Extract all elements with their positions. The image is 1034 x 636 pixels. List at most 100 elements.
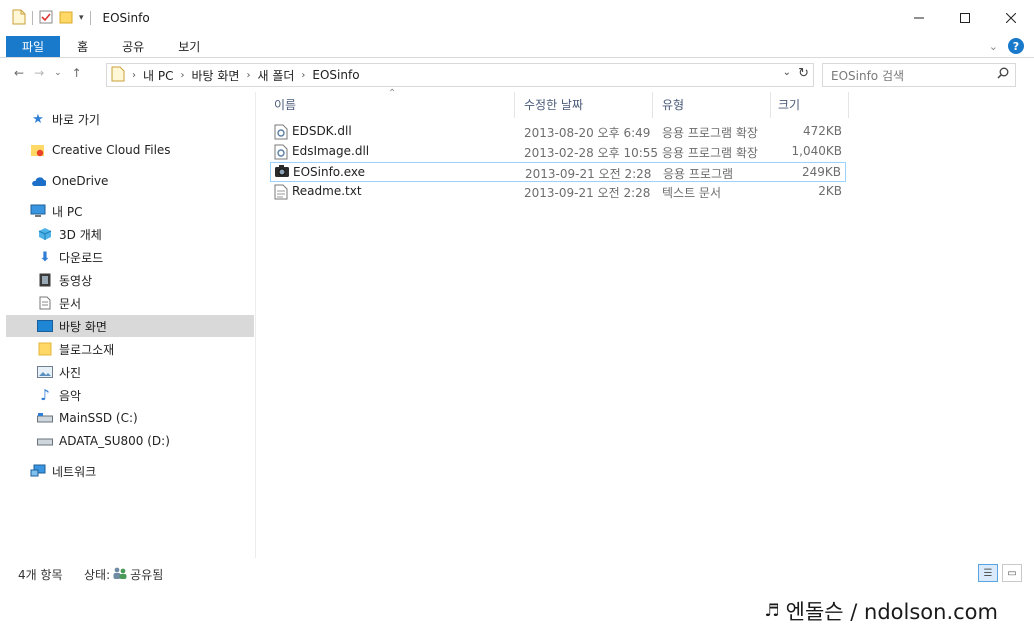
help-icon[interactable]: ?: [1008, 38, 1024, 54]
nav-item-blog-material[interactable]: 블로그소재: [0, 338, 254, 360]
watermark: ♬ 엔돌슨 / ndolson.com: [764, 596, 998, 626]
tab-home[interactable]: 홈: [60, 36, 105, 57]
state-value: 공유됨: [130, 567, 164, 582]
nav-item-videos[interactable]: 동영상: [0, 269, 254, 291]
properties-icon[interactable]: [39, 10, 53, 27]
forward-icon[interactable]: →: [34, 66, 44, 80]
column-header-date[interactable]: 수정한 날짜: [524, 92, 583, 116]
file-row[interactable]: EdsImage.dll 2013-02-28 오후 10:55 응용 프로그램…: [270, 142, 846, 162]
nav-item-label: 블로그소재: [59, 342, 115, 357]
star-icon: ★: [32, 111, 44, 127]
file-name: EdsImage.dll: [292, 144, 370, 158]
watermark-text: 엔돌슨 / ndolson.com: [785, 600, 998, 624]
nav-item-label: 다운로드: [59, 250, 104, 265]
column-header-name[interactable]: 이름: [274, 92, 296, 116]
nav-item-music[interactable]: ♪ 음악: [0, 384, 254, 406]
folder-icon: [37, 341, 53, 357]
nav-item-label: 바탕 화면: [59, 319, 107, 334]
music-note-icon: ♬: [764, 601, 780, 621]
nav-item-drive-c[interactable]: MainSSD (C:): [0, 407, 254, 429]
nav-item-3d-objects[interactable]: 3D 개체: [0, 223, 254, 245]
breadcrumb-eosinfo[interactable]: EOSinfo: [312, 68, 359, 82]
large-icons-view-icon[interactable]: ▭: [1002, 564, 1022, 582]
address-dropdown-icon[interactable]: ⌄: [783, 67, 791, 78]
file-date: 2013-08-20 오후 6:49: [524, 126, 651, 140]
nav-item-downloads[interactable]: ⬇ 다운로드: [0, 246, 254, 268]
close-icon[interactable]: [988, 0, 1034, 36]
recent-locations-icon[interactable]: ⌄: [54, 68, 62, 78]
nav-item-pictures[interactable]: 사진: [0, 361, 254, 383]
text-file-icon: [274, 184, 288, 200]
music-icon: ♪: [40, 386, 50, 404]
nav-item-drive-d[interactable]: ADATA_SU800 (D:): [0, 430, 254, 452]
nav-item-label: 네트워크: [52, 464, 97, 479]
cube-icon: [37, 226, 53, 242]
dll-icon: [274, 144, 288, 160]
nav-item-documents[interactable]: 문서: [0, 292, 254, 314]
maximize-icon[interactable]: [942, 0, 988, 36]
search-icon[interactable]: [997, 67, 1009, 82]
desktop-icon: [37, 318, 53, 334]
nav-item-label: 음악: [59, 388, 82, 403]
nav-item-label: 3D 개체: [59, 227, 102, 242]
file-type: 텍스트 문서: [662, 186, 722, 200]
file-row[interactable]: EOSinfo.exe 2013-09-21 오전 2:28 응용 프로그램 2…: [270, 162, 846, 182]
new-folder-icon[interactable]: [59, 10, 73, 27]
file-size: 2KB: [818, 184, 842, 198]
dll-icon: [274, 124, 288, 140]
breadcrumb-arrow-icon[interactable]: ›: [132, 70, 136, 81]
breadcrumb-new-folder[interactable]: 새 폴더: [257, 67, 294, 84]
breadcrumb-arrow-icon[interactable]: ›: [180, 70, 184, 81]
nav-item-my-pc[interactable]: 내 PC: [0, 200, 254, 222]
item-count: 4개 항목: [18, 567, 63, 582]
file-type: 응용 프로그램: [663, 167, 734, 181]
pc-icon: [30, 203, 46, 219]
file-size: 249KB: [801, 165, 841, 179]
network-icon: [30, 463, 46, 479]
tab-file[interactable]: 파일: [6, 36, 61, 57]
cloud-icon: [30, 173, 46, 189]
file-name: EDSDK.dll: [292, 124, 352, 138]
nav-item-creative-cloud[interactable]: Creative Cloud Files: [0, 139, 254, 161]
picture-icon: [37, 364, 53, 380]
breadcrumb-desktop[interactable]: 바탕 화면: [191, 67, 239, 84]
file-date: 2013-02-28 오후 10:55: [524, 146, 659, 160]
tab-view[interactable]: 보기: [161, 36, 217, 57]
folder-page-icon: [12, 9, 26, 28]
minimize-icon[interactable]: [896, 0, 942, 36]
film-icon: [37, 272, 53, 288]
back-icon[interactable]: ←: [14, 66, 24, 80]
nav-item-label: 문서: [59, 296, 82, 311]
tab-share[interactable]: 공유: [105, 36, 161, 57]
download-icon: ⬇: [39, 249, 51, 265]
drive-icon: [37, 410, 53, 426]
status-bar: 4개 항목 상태: 공유됨 ☰ ▭: [0, 562, 1034, 586]
file-size: 472KB: [802, 124, 842, 138]
window-title: EOSinfo: [102, 11, 150, 25]
file-row[interactable]: Readme.txt 2013-09-21 오전 2:28 텍스트 문서 2KB: [270, 182, 846, 202]
document-icon: [37, 295, 53, 311]
nav-item-desktop[interactable]: 바탕 화면: [6, 315, 254, 337]
nav-item-label: Creative Cloud Files: [52, 143, 171, 157]
nav-item-quick-access[interactable]: ★ 바로 가기: [0, 108, 254, 130]
details-view-icon[interactable]: ☰: [978, 564, 998, 582]
file-row[interactable]: EDSDK.dll 2013-08-20 오후 6:49 응용 프로그램 확장 …: [270, 122, 846, 142]
nav-item-network[interactable]: 네트워크: [0, 460, 254, 482]
column-header-type[interactable]: 유형: [662, 92, 684, 116]
expand-ribbon-icon[interactable]: ⌄: [989, 40, 998, 53]
state-label: 상태:: [84, 567, 111, 582]
qat-dropdown-icon[interactable]: ▾: [79, 13, 84, 23]
file-type: 응용 프로그램 확장: [662, 146, 758, 160]
up-icon[interactable]: ↑: [72, 66, 82, 80]
refresh-icon[interactable]: ↻: [798, 66, 809, 81]
breadcrumb-arrow-icon[interactable]: ›: [246, 70, 250, 81]
nav-item-onedrive[interactable]: OneDrive: [0, 170, 254, 192]
address-bar[interactable]: › 내 PC › 바탕 화면 › 새 폴더 › EOSinfo ⌄ ↻: [106, 63, 814, 87]
breadcrumb-my-pc[interactable]: 내 PC: [143, 67, 173, 84]
column-header-size[interactable]: 크기: [778, 92, 800, 116]
file-date: 2013-09-21 오전 2:28: [524, 186, 651, 200]
breadcrumb-arrow-icon[interactable]: ›: [301, 70, 305, 81]
camera-icon: [274, 164, 289, 180]
users-icon: [112, 567, 128, 582]
search-box[interactable]: EOSinfo 검색: [822, 63, 1016, 87]
